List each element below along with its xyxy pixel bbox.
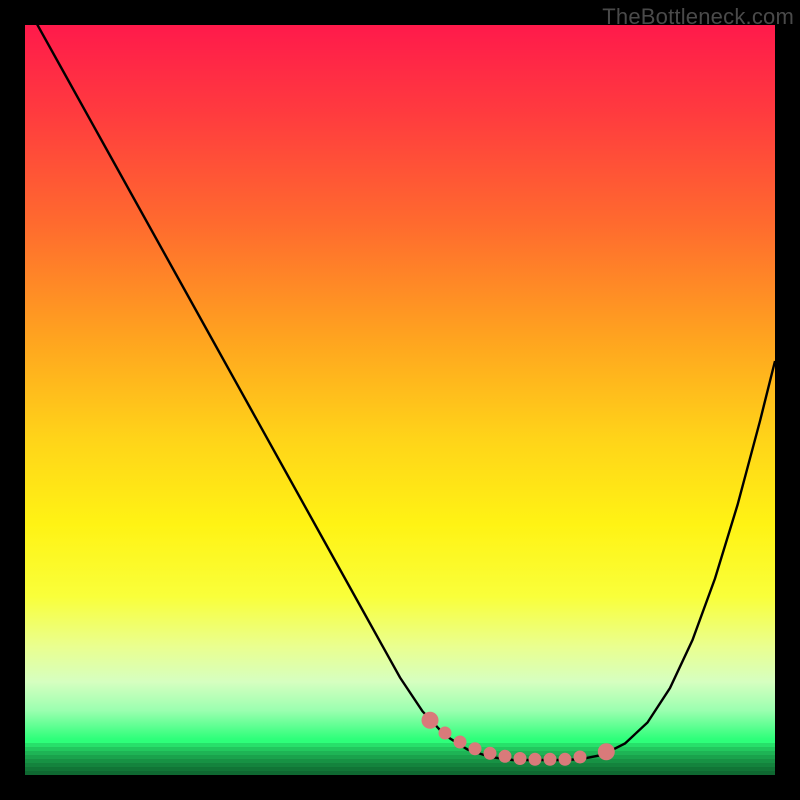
sweet-spot-marker [499,750,511,762]
sweet-spot-marker [529,753,541,765]
sweet-spot-marker [598,744,614,760]
sweet-spot-marker [484,747,496,759]
sweet-spot-marker [514,753,526,765]
sweet-spot-marker [469,743,481,755]
sweet-spot-marker [559,753,571,765]
watermark-text: TheBottleneck.com [602,4,794,30]
sweet-spot-marker [422,712,438,728]
sweet-spot-marker [439,727,451,739]
bottleneck-curve [25,25,775,760]
sweet-spot-marker [454,736,466,748]
sweet-spot-marker [544,753,556,765]
curve-layer [25,25,775,775]
sweet-spot-marker [574,751,586,763]
chart-frame [25,25,775,775]
